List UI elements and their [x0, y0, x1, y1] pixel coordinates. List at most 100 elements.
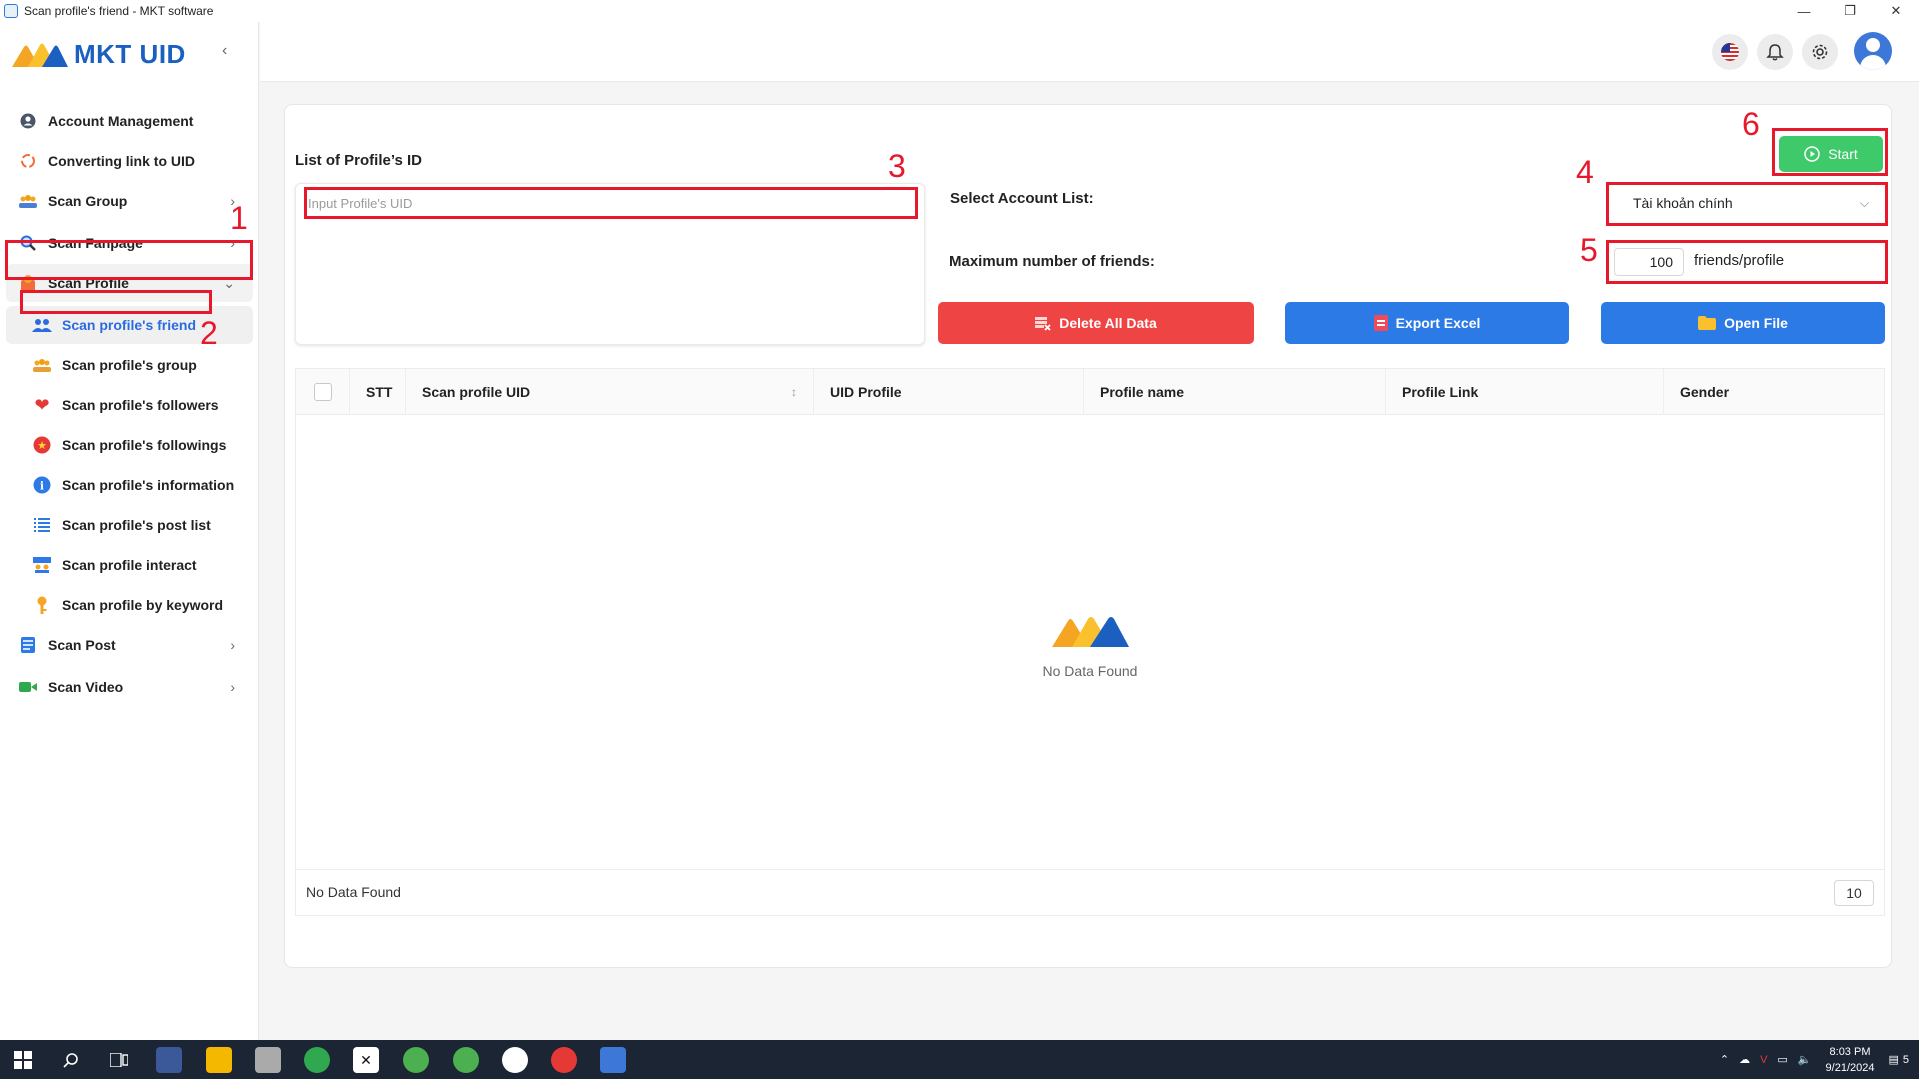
- bell-icon[interactable]: [1757, 34, 1793, 70]
- mkt-uid-taskbar-icon[interactable]: [600, 1047, 626, 1073]
- table-header: STT Scan profile UID ↕ UID Profile Profi…: [296, 369, 1884, 415]
- sidebar: MKT UID ‹ Account Management Converting …: [0, 22, 259, 1040]
- account-list-select[interactable]: Tài khoản chính ⌵: [1613, 187, 1881, 219]
- sidebar-item-scan-fanpage[interactable]: Scan Fanpage ›: [6, 224, 253, 262]
- key-icon: [32, 595, 52, 615]
- sidebar-item-label: Account Management: [48, 113, 194, 129]
- sidebar-item-label: Scan Fanpage: [48, 235, 143, 251]
- app-icon-1[interactable]: [156, 1047, 182, 1073]
- sidebar-item-label: Scan profile's friend: [62, 317, 197, 333]
- empty-state: No Data Found: [296, 609, 1884, 679]
- app-tray-icon[interactable]: V: [1760, 1054, 1767, 1066]
- chevron-down-icon: ⌄: [223, 274, 235, 291]
- select-all-cell: [296, 369, 350, 415]
- star-icon: ★: [32, 435, 52, 455]
- sidebar-item-label: Scan profile by keyword: [62, 597, 224, 613]
- post-icon: [18, 635, 38, 655]
- sidebar-item-converting-link[interactable]: Converting link to UID: [6, 142, 253, 180]
- sidebar-item-scan-group[interactable]: Scan Group ›: [6, 182, 253, 220]
- sidebar-item-label: Scan profile's followings: [62, 437, 227, 453]
- notification-count: 5: [1902, 1053, 1909, 1066]
- app-icon-5[interactable]: [502, 1047, 528, 1073]
- app-icon-2[interactable]: [255, 1047, 281, 1073]
- select-all-checkbox[interactable]: [313, 383, 332, 401]
- notification-icon[interactable]: ▤: [1888, 1053, 1898, 1066]
- chevron-down-icon: ⌵: [1859, 195, 1869, 210]
- brand-logo[interactable]: MKT UID: [10, 34, 186, 74]
- app-icon-3[interactable]: [304, 1047, 330, 1073]
- max-friends-suffix: friends/profile: [1694, 252, 1785, 269]
- delete-all-data-button[interactable]: Delete All Data: [938, 302, 1254, 344]
- excel-file-icon: [1373, 315, 1388, 331]
- task-view-icon[interactable]: [106, 1047, 132, 1073]
- app-icon-4[interactable]: ✕: [353, 1047, 379, 1073]
- sort-icon[interactable]: ↕: [791, 385, 797, 399]
- uid-input[interactable]: [308, 191, 914, 215]
- top-header: [260, 22, 1919, 82]
- sidebar-item-scan-profile[interactable]: Scan Profile ⌄: [6, 264, 253, 302]
- column-header-stt[interactable]: STT: [350, 369, 406, 415]
- account-select-value: Tài khoản chính: [1633, 195, 1733, 211]
- column-header-profile-link[interactable]: Profile Link: [1386, 369, 1664, 415]
- chevron-left-icon[interactable]: ‹: [222, 42, 227, 60]
- chevron-up-icon[interactable]: ⌃: [1720, 1053, 1729, 1066]
- max-friends-input[interactable]: 100: [1614, 248, 1684, 276]
- annotation-number-5: 5: [1580, 232, 1598, 268]
- close-button[interactable]: ✕: [1873, 0, 1919, 22]
- sidebar-subitem-scan-profiles-followers[interactable]: ❤ Scan profile's followers: [6, 386, 253, 424]
- chevron-right-icon: ›: [230, 679, 235, 695]
- sidebar-item-account-management[interactable]: Account Management: [6, 102, 253, 140]
- open-file-button[interactable]: Open File: [1601, 302, 1885, 344]
- minimize-button[interactable]: —: [1781, 0, 1827, 22]
- window-title: Scan profile's friend - MKT software: [24, 4, 214, 18]
- start-label: Start: [1828, 146, 1858, 162]
- profile-icon: [18, 273, 38, 293]
- volume-icon[interactable]: 🔈: [1798, 1053, 1812, 1066]
- sidebar-subitem-scan-profile-by-keyword[interactable]: Scan profile by keyword: [6, 586, 253, 624]
- brand-name: MKT UID: [74, 38, 186, 69]
- chrome-icon-3[interactable]: [551, 1047, 577, 1073]
- taskbar: ✕ ⌃ ☁ V ▭ 🔈 8:03 PM 9/21/2024 ▤ 5: [0, 1040, 1919, 1079]
- gear-icon[interactable]: [1802, 34, 1838, 70]
- sidebar-subitem-scan-profile-interact[interactable]: Scan profile interact: [6, 546, 253, 584]
- us-flag-icon[interactable]: [1712, 34, 1748, 70]
- export-excel-button[interactable]: Export Excel: [1285, 302, 1569, 344]
- windows-start-icon[interactable]: [10, 1047, 36, 1073]
- table-footer: No Data Found 10: [296, 869, 1884, 915]
- sidebar-item-scan-post[interactable]: Scan Post ›: [6, 626, 253, 664]
- restore-button[interactable]: ❐: [1827, 0, 1873, 22]
- clock[interactable]: 8:03 PM 9/21/2024: [1826, 1044, 1875, 1076]
- sidebar-subitem-scan-profiles-followings[interactable]: ★ Scan profile's followings: [6, 426, 253, 464]
- avatar[interactable]: [1854, 32, 1892, 70]
- column-header-uid-profile[interactable]: UID Profile: [814, 369, 1084, 415]
- annotation-number-1: 1: [230, 200, 248, 236]
- chevron-right-icon: ›: [230, 235, 235, 251]
- sidebar-item-scan-video[interactable]: Scan Video ›: [6, 668, 253, 706]
- column-header-gender[interactable]: Gender: [1664, 369, 1884, 415]
- chrome-icon-1[interactable]: [403, 1047, 429, 1073]
- network-icon[interactable]: ▭: [1777, 1053, 1787, 1066]
- page-size-select[interactable]: 10: [1834, 880, 1874, 906]
- sidebar-item-label: Scan Post: [48, 637, 116, 653]
- window-titlebar: Scan profile's friend - MKT software — ❐…: [0, 0, 1919, 22]
- mkt-logo-icon: [1052, 617, 1129, 647]
- sync-icon: [18, 151, 38, 171]
- sidebar-item-label: Scan Profile: [48, 275, 129, 291]
- column-header-profile-name[interactable]: Profile name: [1084, 369, 1386, 415]
- sidebar-subitem-scan-profiles-information[interactable]: i Scan profile's information: [6, 466, 253, 504]
- window-controls: — ❐ ✕: [1781, 0, 1919, 22]
- column-header-scan-profile-uid[interactable]: Scan profile UID ↕: [406, 369, 814, 415]
- file-explorer-icon[interactable]: [206, 1047, 232, 1073]
- start-button[interactable]: Start: [1779, 136, 1883, 172]
- annotation-number-3: 3: [888, 148, 906, 184]
- chrome-icon-2[interactable]: [453, 1047, 479, 1073]
- sidebar-item-label: Scan profile's followers: [62, 397, 219, 413]
- cloud-icon[interactable]: ☁: [1739, 1053, 1750, 1066]
- user-circle-icon: [18, 111, 38, 131]
- export-excel-label: Export Excel: [1395, 315, 1481, 331]
- interact-icon: [32, 555, 52, 575]
- sidebar-subitem-scan-profiles-post-list[interactable]: Scan profile's post list: [6, 506, 253, 544]
- sidebar-item-label: Scan Group: [48, 193, 128, 209]
- search-icon[interactable]: [58, 1047, 84, 1073]
- search-icon: [18, 233, 38, 253]
